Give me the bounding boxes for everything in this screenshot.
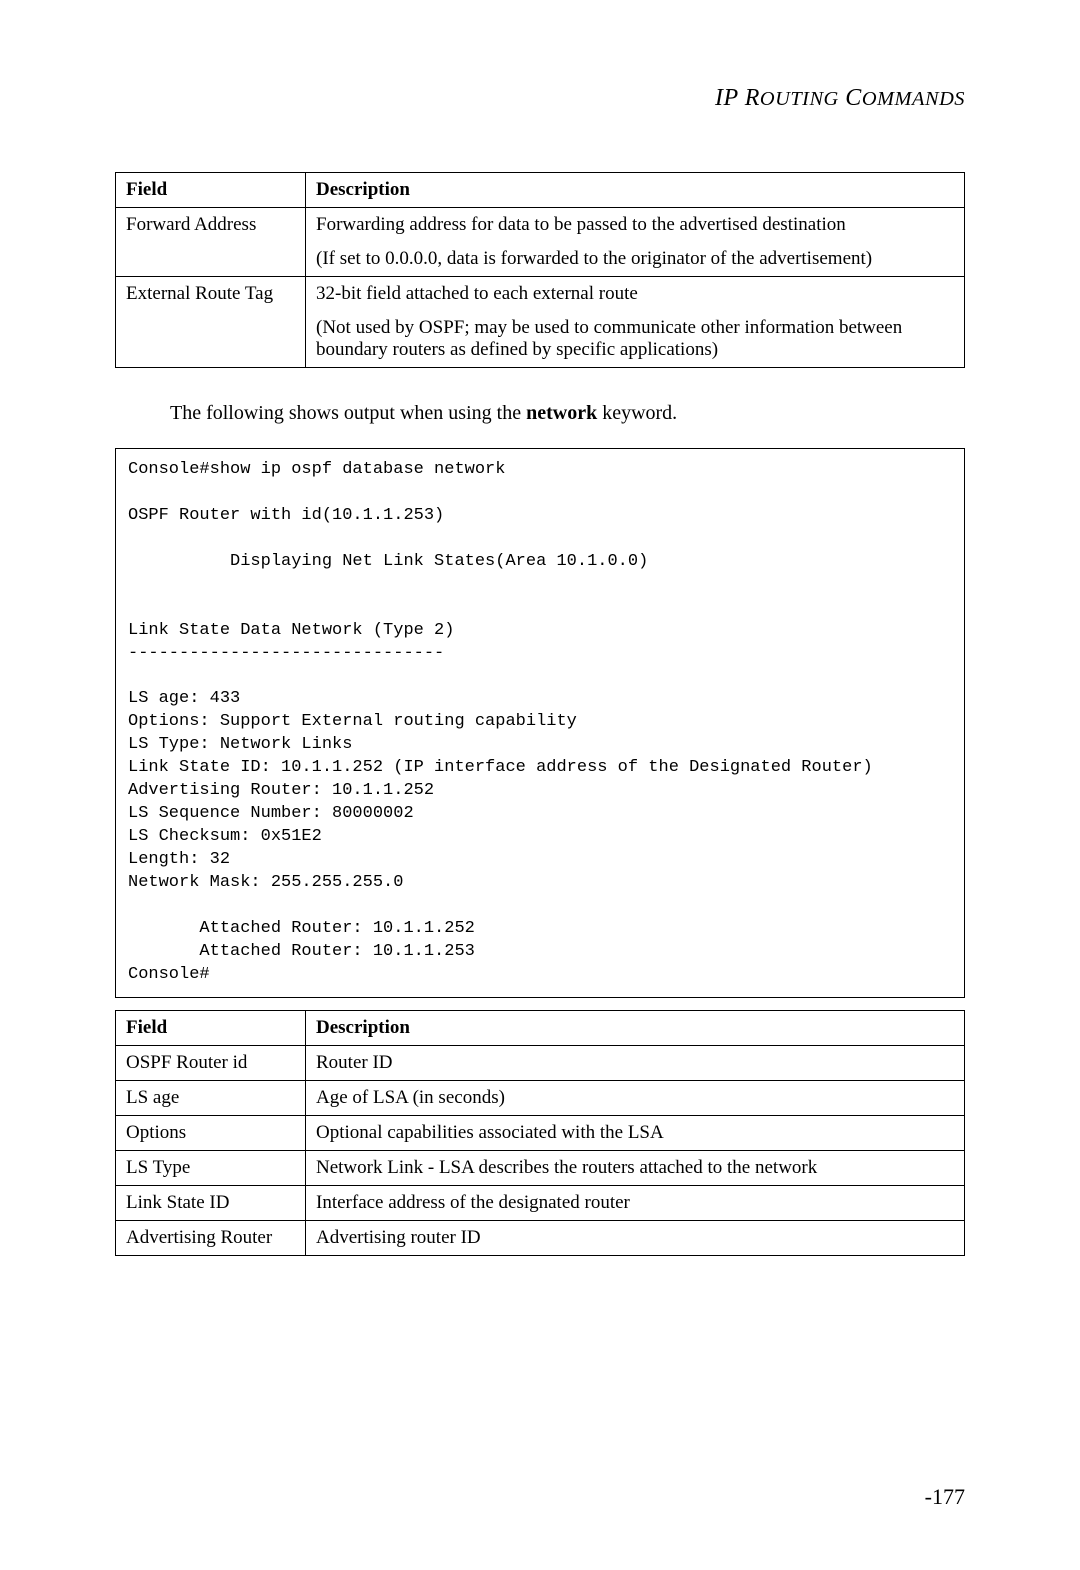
table-cell-description: Interface address of the designated rout…	[306, 1185, 965, 1220]
description-paragraph: (Not used by OSPF; may be used to commun…	[316, 317, 954, 361]
table-cell-field: LS age	[116, 1080, 306, 1115]
table-cell-description: Advertising router ID	[306, 1220, 965, 1255]
field-description-table-2: Field Description OSPF Router id Router …	[115, 1010, 965, 1256]
table-row: Advertising Router Advertising router ID	[116, 1220, 965, 1255]
table-cell-description: Age of LSA (in seconds)	[306, 1080, 965, 1115]
table-header-row: Field Description	[116, 173, 965, 208]
table-cell-description: Network Link - LSA describes the routers…	[306, 1150, 965, 1185]
table-cell-field: Forward Address	[116, 208, 306, 277]
description-paragraph: Forwarding address for data to be passed…	[316, 214, 954, 236]
table-cell-field: External Route Tag	[116, 277, 306, 368]
table-row: OSPF Router id Router ID	[116, 1045, 965, 1080]
console-output: Console#show ip ospf database network OS…	[115, 448, 965, 998]
table-header-description: Description	[306, 1010, 965, 1045]
table-cell-field: LS Type	[116, 1150, 306, 1185]
paragraph-pre: The following shows output when using th…	[170, 402, 526, 424]
header-text: IP ROUTING COMMANDS	[715, 85, 965, 111]
page-number: -177	[925, 1484, 965, 1510]
table-cell-field: Link State ID	[116, 1185, 306, 1220]
table-row: LS Type Network Link - LSA describes the…	[116, 1150, 965, 1185]
table-row: External Route Tag 32-bit field attached…	[116, 277, 965, 368]
page-header: IP ROUTING COMMANDS	[115, 85, 965, 112]
field-description-table-1: Field Description Forward Address Forwar…	[115, 172, 965, 368]
table-cell-description: Optional capabilities associated with th…	[306, 1115, 965, 1150]
table-cell-description: Forwarding address for data to be passed…	[306, 208, 965, 277]
description-paragraph: (If set to 0.0.0.0, data is forwarded to…	[316, 248, 954, 270]
table-row: Forward Address Forwarding address for d…	[116, 208, 965, 277]
description-paragraph: 32-bit field attached to each external r…	[316, 283, 954, 305]
table-cell-description: Router ID	[306, 1045, 965, 1080]
table-cell-field: OSPF Router id	[116, 1045, 306, 1080]
table-header-field: Field	[116, 173, 306, 208]
table-row: Options Optional capabilities associated…	[116, 1115, 965, 1150]
table-row: LS age Age of LSA (in seconds)	[116, 1080, 965, 1115]
table-cell-field: Advertising Router	[116, 1220, 306, 1255]
paragraph-bold: network	[526, 402, 597, 424]
table-header-field: Field	[116, 1010, 306, 1045]
table-cell-field: Options	[116, 1115, 306, 1150]
table-cell-description: 32-bit field attached to each external r…	[306, 277, 965, 368]
body-paragraph: The following shows output when using th…	[170, 398, 965, 428]
paragraph-post: keyword.	[597, 402, 677, 424]
table-row: Link State ID Interface address of the d…	[116, 1185, 965, 1220]
table-header-description: Description	[306, 173, 965, 208]
table-header-row: Field Description	[116, 1010, 965, 1045]
